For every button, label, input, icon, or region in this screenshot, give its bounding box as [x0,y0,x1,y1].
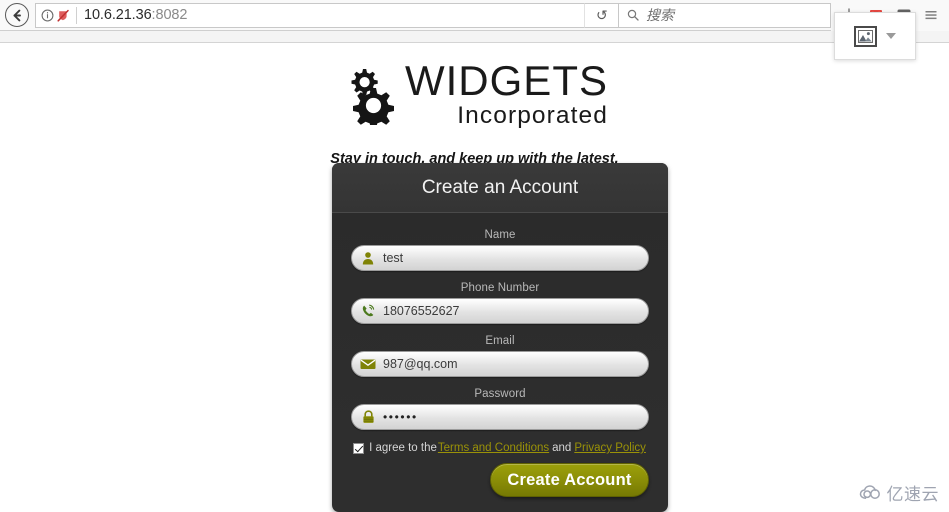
search-input[interactable]: 搜索 [646,5,674,25]
reload-button[interactable]: ↻ [584,2,618,28]
field-label-name: Name [484,229,516,241]
envelope-icon [360,356,376,372]
signup-actions: Create Account [332,463,668,497]
magnifier-icon [627,9,639,21]
terms-prefix-text: I agree to the [369,442,437,454]
phone-input[interactable]: 18076552627 [351,298,649,324]
email-value: 987@qq.com [383,357,458,371]
capture-popup-panel[interactable] [834,12,916,60]
field-password: Password •••••• [351,388,649,430]
address-divider [76,6,77,24]
terms-and-conditions-link[interactable]: Terms and Conditions [438,442,549,454]
site-logo: WIDGETS Incorporated [0,60,949,129]
email-input[interactable]: 987@qq.com [351,351,649,377]
chevron-down-icon[interactable] [886,33,896,39]
privacy-policy-link[interactable]: Privacy Policy [574,442,646,454]
signup-card: Create an Account Name test Phone Number [332,163,668,512]
info-icon[interactable] [41,9,54,22]
terms-checkbox[interactable] [353,442,365,454]
name-value: test [383,251,404,265]
field-phone: Phone Number 18076552627 [351,282,649,324]
address-bar[interactable]: 10.6.21.36:8082 [35,2,584,28]
browser-toolbar: 10.6.21.36:8082 ↻ 搜索 [0,0,949,31]
logo-primary-text: WIDGETS [405,57,608,104]
watermark: 亿速云 [859,480,940,505]
field-name: Name test [351,229,649,271]
bookmarks-strip [0,31,949,43]
url-text: 10.6.21.36:8082 [84,7,187,23]
logo-secondary-text: Incorporated [457,102,608,129]
phone-value: 18076552627 [383,304,460,318]
cloud-icon [859,484,880,499]
password-value: •••••• [383,410,418,424]
create-account-button[interactable]: Create Account [490,463,649,497]
field-label-phone: Phone Number [460,282,540,294]
signup-card-header: Create an Account [332,163,668,213]
gears-icon [351,69,394,126]
url-host: 10.6.21.36 [84,7,152,23]
search-bar[interactable]: 搜索 [618,2,831,28]
identity-box[interactable] [36,9,70,22]
watermark-text: 亿速云 [886,485,939,505]
password-input[interactable]: •••••• [351,404,649,430]
image-thumbnail-icon[interactable] [854,25,877,47]
reload-icon: ↻ [595,7,608,23]
field-label-email: Email [485,335,515,347]
field-label-password: Password [474,388,526,400]
terms-agreement-row: I agree to the Terms and Conditions and … [351,442,649,454]
phone-icon [360,303,376,319]
name-input[interactable]: test [351,245,649,271]
terms-conjunction-text: and [552,442,572,454]
tracking-protection-disabled-icon[interactable] [57,9,70,22]
page-title: Create an Account [421,176,579,198]
lock-icon [360,409,376,425]
page-content: WIDGETS Incorporated Stay in touch, and … [0,44,949,512]
url-port: :8082 [151,7,188,23]
back-button[interactable] [5,3,29,27]
user-icon [360,250,376,266]
field-email: Email 987@qq.com [351,335,649,377]
menu-icon[interactable] [923,7,939,23]
signup-form: Name test Phone Number 18076552627 Email… [332,213,668,454]
